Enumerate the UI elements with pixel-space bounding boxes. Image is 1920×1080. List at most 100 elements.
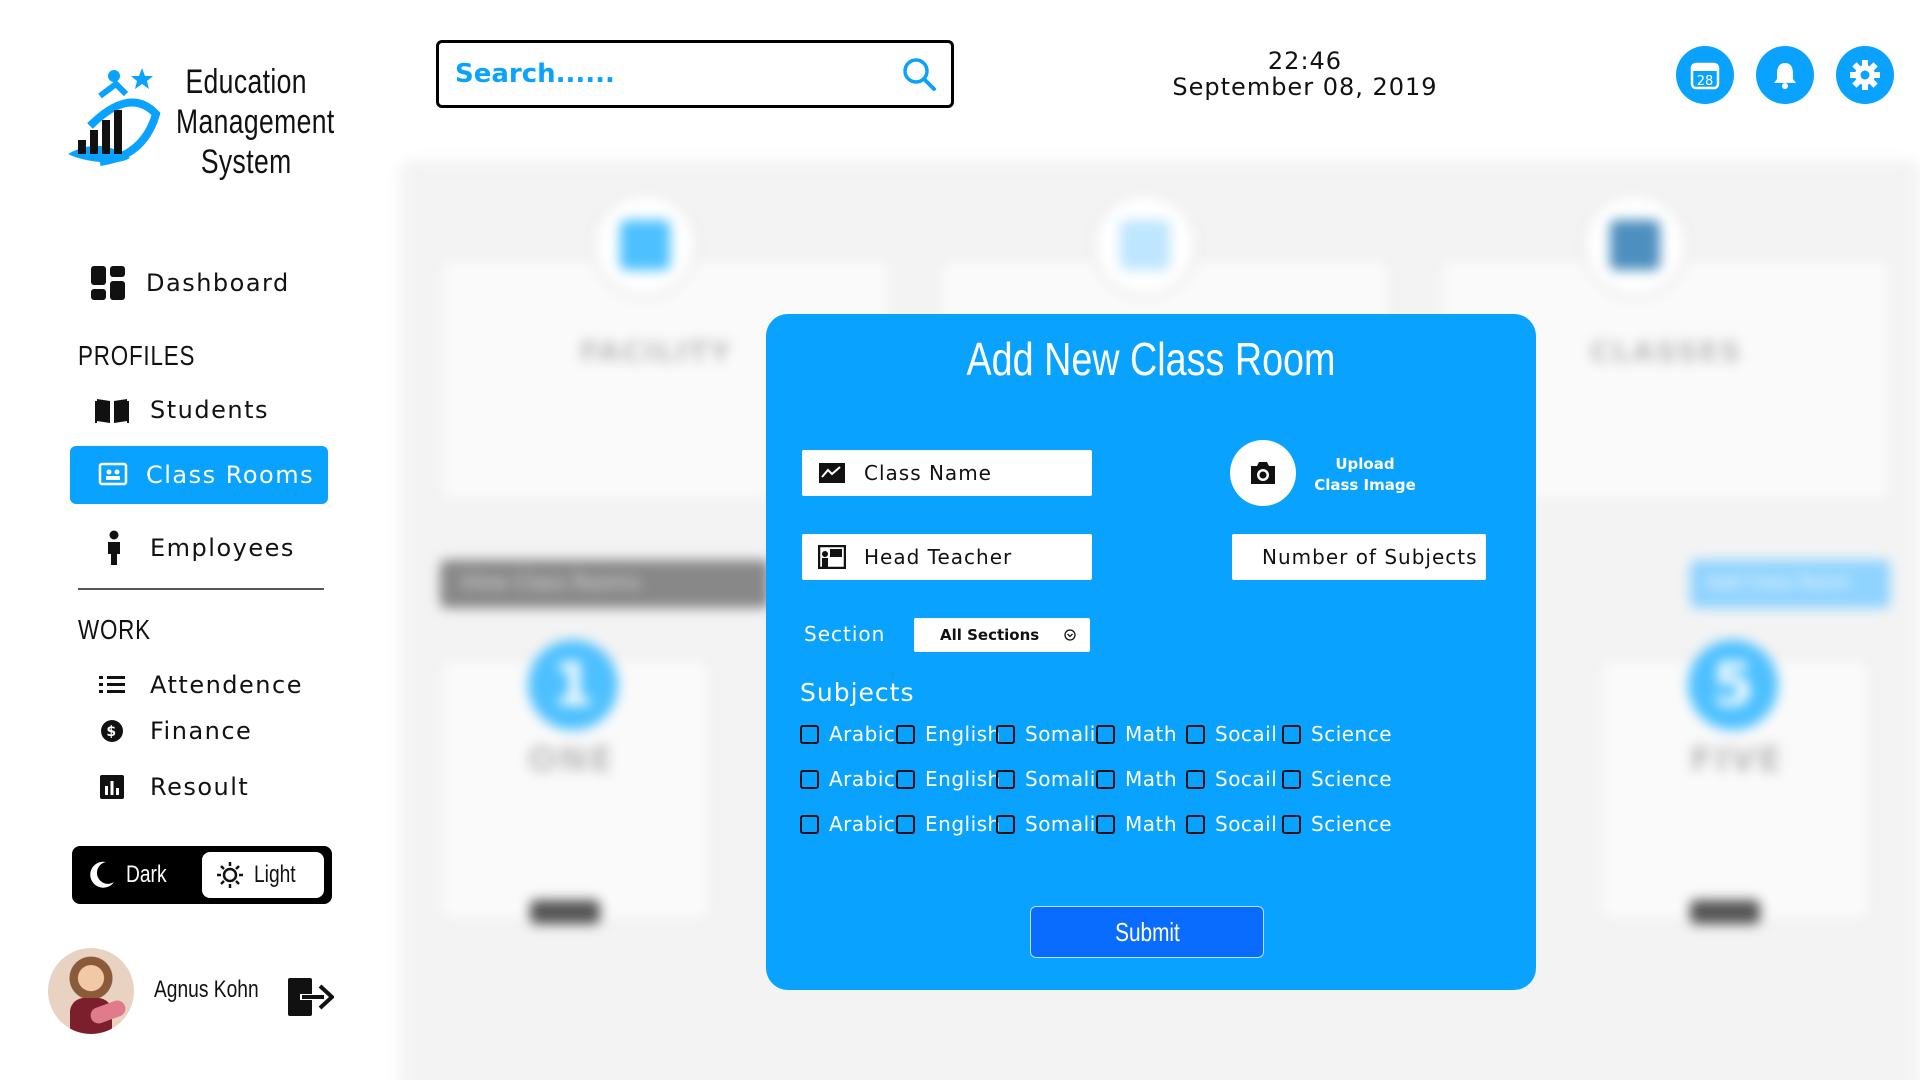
checkbox-box[interactable] xyxy=(896,724,915,744)
upload-label-line-1: Upload xyxy=(1335,455,1395,473)
subject-checkbox[interactable]: English xyxy=(896,722,1001,746)
checkbox-box[interactable] xyxy=(800,769,819,789)
checkbox-box[interactable] xyxy=(1096,814,1115,834)
checkbox-box[interactable] xyxy=(996,814,1015,834)
upload-label-line-2: Class Image xyxy=(1314,476,1416,494)
search-icon[interactable] xyxy=(901,56,937,92)
sidebar-item-attendence-label: Attendence xyxy=(150,671,303,699)
brand-line-3: System xyxy=(200,143,292,181)
subject-label: English xyxy=(925,767,1001,791)
theme-light-option[interactable]: Light xyxy=(202,852,324,898)
search-input[interactable] xyxy=(455,59,901,89)
subject-checkbox[interactable]: Somali xyxy=(996,767,1096,791)
sidebar-item-finance-label: Finance xyxy=(150,717,253,745)
checkbox-box[interactable] xyxy=(996,769,1015,789)
calendar-button[interactable]: 28 xyxy=(1676,46,1734,104)
head-teacher-field[interactable] xyxy=(802,534,1092,580)
subject-checkbox[interactable]: English xyxy=(896,812,1001,836)
subject-checkbox[interactable]: Math xyxy=(1096,722,1177,746)
bg-class-5-number: 5 xyxy=(1688,640,1778,730)
camera-icon xyxy=(1251,462,1275,484)
checkbox-box[interactable] xyxy=(1186,769,1205,789)
checkbox-box[interactable] xyxy=(1282,724,1301,744)
subject-checkbox[interactable]: Science xyxy=(1282,722,1392,746)
bg-class-5-name: FIVE xyxy=(1690,740,1784,780)
checkbox-box[interactable] xyxy=(996,724,1015,744)
sidebar-item-resoult[interactable]: Resoult xyxy=(94,769,249,805)
checkbox-box[interactable] xyxy=(1186,724,1205,744)
settings-button[interactable] xyxy=(1836,46,1894,104)
checkbox-box[interactable] xyxy=(896,769,915,789)
work-heading: WORK xyxy=(78,614,151,645)
subject-checkbox[interactable]: Arabic xyxy=(800,812,895,836)
subject-checkbox[interactable]: Socail xyxy=(1186,812,1277,836)
app-root: FACILITY CLASSES View Class Rooms Add Cl… xyxy=(0,0,1920,1080)
submit-button[interactable]: Submit xyxy=(1030,906,1264,958)
theme-dark-option[interactable]: Dark xyxy=(86,856,177,894)
notifications-button[interactable] xyxy=(1756,46,1814,104)
subject-checkbox[interactable]: Socail xyxy=(1186,722,1277,746)
user-name: Agnus Kohn xyxy=(154,976,259,1003)
subject-label: Socail xyxy=(1215,812,1278,836)
bg-add-button: Add Class Room xyxy=(1690,560,1890,608)
subject-checkbox[interactable]: Science xyxy=(1282,767,1392,791)
theme-toggle[interactable]: Dark Light xyxy=(72,846,332,904)
checkbox-box[interactable] xyxy=(800,814,819,834)
checkbox-box[interactable] xyxy=(1282,769,1301,789)
section-select[interactable]: All Sections xyxy=(914,618,1090,652)
sidebar-item-finance[interactable]: $ Finance xyxy=(94,713,252,749)
checkbox-box[interactable] xyxy=(1096,724,1115,744)
subject-label: Somali xyxy=(1025,812,1096,836)
class-name-field[interactable] xyxy=(802,450,1092,496)
subject-checkbox[interactable]: English xyxy=(896,767,1001,791)
subject-checkbox[interactable]: Science xyxy=(1282,812,1392,836)
subject-checkbox[interactable]: Math xyxy=(1096,767,1177,791)
logo-mark-icon xyxy=(68,68,161,166)
bg-classes-icon xyxy=(1580,190,1690,300)
subject-checkbox[interactable]: Somali xyxy=(996,812,1096,836)
sidebar-item-dashboard[interactable]: Dashboard xyxy=(90,265,290,301)
search-box xyxy=(436,40,954,108)
modal-title-text: Add New Class Room xyxy=(966,333,1336,385)
subject-label: Somali xyxy=(1025,722,1096,746)
sidebar-item-class-rooms-label: Class Rooms xyxy=(146,461,315,489)
subject-label: Arabic xyxy=(829,722,896,746)
subject-checkbox[interactable]: Socail xyxy=(1186,767,1277,791)
sidebar-item-class-rooms[interactable]: Class Rooms xyxy=(70,446,328,504)
subject-checkbox[interactable]: Math xyxy=(1096,812,1177,836)
checkbox-box[interactable] xyxy=(1186,814,1205,834)
brand-line-1: Education xyxy=(185,63,307,101)
bg-facility-icon xyxy=(590,190,700,300)
number-of-subjects-input[interactable] xyxy=(1262,545,1482,569)
bg-classes-title: CLASSES xyxy=(1590,335,1743,368)
sidebar-divider xyxy=(78,588,324,590)
checkbox-box[interactable] xyxy=(1282,814,1301,834)
class-name-input[interactable] xyxy=(864,461,1084,485)
sidebar-item-dashboard-label: Dashboard xyxy=(146,269,290,297)
subject-label: English xyxy=(925,812,1001,836)
head-teacher-input[interactable] xyxy=(864,545,1084,569)
calendar-icon: 28 xyxy=(1690,62,1720,90)
logout-icon[interactable] xyxy=(286,976,334,1018)
theme-dark-label: Dark xyxy=(126,861,167,888)
subject-checkbox[interactable]: Somali xyxy=(996,722,1096,746)
number-of-subjects-field[interactable] xyxy=(1232,534,1486,580)
upload-image-button[interactable] xyxy=(1230,440,1296,506)
subject-label: Science xyxy=(1311,767,1393,791)
avatar[interactable] xyxy=(48,948,134,1034)
checkbox-box[interactable] xyxy=(896,814,915,834)
checkbox-box[interactable] xyxy=(800,724,819,744)
clock: 22:46 September 08, 2019 xyxy=(1160,48,1450,100)
upload-image-label: Upload Class Image xyxy=(1306,454,1424,496)
profiles-heading: PROFILES xyxy=(78,340,196,371)
sidebar-item-attendence[interactable]: Attendence xyxy=(94,667,303,703)
subject-checkbox[interactable]: Arabic xyxy=(800,722,895,746)
checkbox-box[interactable] xyxy=(1096,769,1115,789)
subject-checkbox[interactable]: Arabic xyxy=(800,767,895,791)
bell-icon xyxy=(1774,63,1796,89)
moon-icon xyxy=(90,861,114,888)
list-icon xyxy=(94,667,130,703)
subjects-row: Arabic English Somali Math Socail Scienc… xyxy=(800,722,1520,767)
sidebar-item-students[interactable]: Students xyxy=(94,392,269,428)
sidebar-item-employees[interactable]: Employees xyxy=(96,530,295,566)
